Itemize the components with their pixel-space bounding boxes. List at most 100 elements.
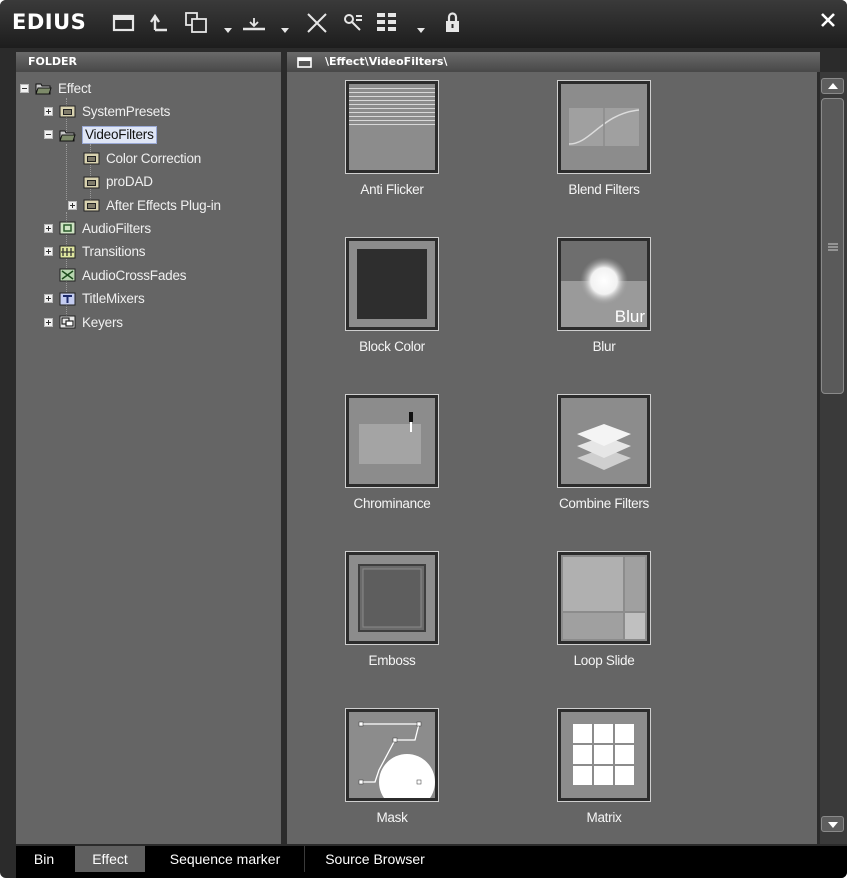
effect-label: Block Color	[359, 339, 425, 354]
mask-icon	[349, 712, 435, 798]
tab-bin[interactable]: Bin	[16, 846, 72, 872]
collapse-icon[interactable]	[20, 83, 29, 93]
presets-folder-icon	[59, 105, 76, 118]
view-icon[interactable]	[375, 10, 401, 36]
tab-source-browser[interactable]: Source Browser	[304, 846, 445, 872]
lock-icon[interactable]	[440, 10, 466, 36]
block-color-icon	[349, 241, 435, 327]
effect-label: Blur	[592, 339, 616, 354]
app-logo: EDIUS	[12, 10, 87, 34]
effect-thumbnail[interactable]	[345, 237, 439, 331]
thumbnail-image	[561, 84, 647, 170]
expand-icon[interactable]	[44, 223, 53, 233]
tree-item-label: Effect	[58, 80, 92, 96]
matrix-icon	[561, 712, 647, 798]
effect-label: Loop Slide	[573, 653, 635, 668]
thumbnail-image	[349, 712, 435, 798]
effect-thumbnail[interactable]	[557, 708, 651, 802]
content-path-header: \Effect\VideoFilters\	[287, 52, 820, 72]
arrow-up-icon	[828, 83, 838, 89]
tree-item-systempresets[interactable]: SystemPresets	[44, 101, 170, 121]
delete-icon[interactable]	[304, 10, 330, 36]
presets-folder-icon	[83, 199, 100, 212]
tree-item-after-effects-plug-in[interactable]: After Effects Plug-in	[68, 195, 221, 215]
folder-open-icon	[59, 130, 76, 142]
up-folder-icon[interactable]	[146, 10, 172, 36]
keyer-icon	[59, 315, 76, 329]
expand-icon[interactable]	[44, 247, 53, 257]
title-mixer-icon	[59, 292, 76, 306]
dropdown-arrow-icon[interactable]	[417, 26, 425, 34]
anti-flicker-icon	[349, 84, 435, 170]
content-path: \Effect\VideoFilters\	[325, 55, 448, 68]
tree-item-videofilters[interactable]: VideoFilters	[44, 125, 157, 145]
expand-icon[interactable]	[44, 294, 53, 304]
chrominance-icon	[349, 398, 435, 484]
tree-item-label: AudioFilters	[82, 220, 151, 236]
expand-icon[interactable]	[44, 317, 53, 327]
tree-item-label: After Effects Plug-in	[106, 197, 221, 213]
tree-item-keyers[interactable]: Keyers	[44, 312, 123, 332]
tree-item-label: Transitions	[82, 244, 146, 260]
tree-item-prodad[interactable]: proDAD	[68, 172, 153, 192]
tree-item-audiofilters[interactable]: AudioFilters	[44, 218, 151, 238]
effects-grid: Anti Flicker Blend Filters Block Color Blur…	[287, 72, 817, 844]
tree-item-effect[interactable]: Effect	[20, 78, 91, 98]
copy-icon[interactable]	[183, 10, 209, 36]
dropdown-arrow-icon[interactable]	[224, 26, 232, 34]
presets-folder-icon	[83, 176, 100, 189]
tab-sequence-marker[interactable]: Sequence marker	[146, 846, 304, 872]
close-icon[interactable]	[817, 9, 839, 31]
insert-icon[interactable]	[241, 10, 267, 36]
folder-icon[interactable]	[111, 10, 137, 36]
tab-effect[interactable]: Effect	[75, 846, 145, 872]
scroll-down-button[interactable]	[821, 816, 844, 832]
tree-item-transitions[interactable]: Transitions	[44, 242, 146, 262]
tree-item-label: TitleMixers	[82, 291, 145, 307]
tree-item-audiocrossfades[interactable]: AudioCrossFades	[44, 265, 187, 285]
effect-thumbnail[interactable]	[557, 394, 651, 488]
collapse-icon[interactable]	[44, 130, 53, 140]
tree-item-color-correction[interactable]: Color Correction	[68, 148, 201, 168]
thumbnail-image	[561, 555, 647, 641]
expand-icon[interactable]	[68, 200, 77, 210]
loop-slide-icon	[561, 555, 647, 641]
effect-thumbnail[interactable]	[345, 394, 439, 488]
tree-item-titlemixers[interactable]: TitleMixers	[44, 289, 145, 309]
effect-thumbnail[interactable]: Blur	[557, 237, 651, 331]
scroll-thumb[interactable]	[821, 98, 844, 394]
thumbnail-image	[349, 241, 435, 327]
folder-tree-panel: Effect SystemPresets VideoFilters Color Cor…	[16, 72, 281, 844]
combine-filters-icon	[561, 398, 647, 484]
blend-filters-icon	[561, 84, 647, 170]
tree-item-label: Color Correction	[106, 150, 202, 166]
effect-thumbnail[interactable]	[557, 551, 651, 645]
audio-crossfade-icon	[59, 268, 76, 282]
effect-label: Matrix	[586, 810, 622, 825]
presets-folder-icon	[83, 152, 100, 165]
thumbnail-image	[349, 555, 435, 641]
emboss-icon	[349, 555, 435, 641]
audio-filter-icon	[59, 221, 76, 235]
thumbnail-image	[561, 398, 647, 484]
effect-thumbnail[interactable]	[345, 80, 439, 174]
transition-icon	[59, 245, 76, 259]
thumbnail-image	[349, 398, 435, 484]
tree-item-label: proDAD	[106, 174, 153, 190]
thumbnail-image	[349, 84, 435, 170]
vertical-scrollbar[interactable]	[820, 72, 847, 844]
properties-icon[interactable]	[340, 10, 366, 36]
effect-label: Combine Filters	[558, 496, 650, 511]
panel-tab-bar: Bin Effect Sequence marker Source Browse…	[16, 846, 847, 878]
effect-label: Chrominance	[353, 496, 431, 511]
scroll-up-button[interactable]	[821, 78, 844, 94]
tree-item-label: VideoFilters	[82, 125, 157, 144]
effect-thumbnail[interactable]	[557, 80, 651, 174]
folder-icon	[297, 57, 312, 68]
expand-icon[interactable]	[44, 106, 53, 116]
effect-thumbnail[interactable]	[345, 551, 439, 645]
dropdown-arrow-icon[interactable]	[281, 26, 289, 34]
effect-thumbnail[interactable]	[345, 708, 439, 802]
thumbnail-caption: Blur	[614, 307, 645, 326]
